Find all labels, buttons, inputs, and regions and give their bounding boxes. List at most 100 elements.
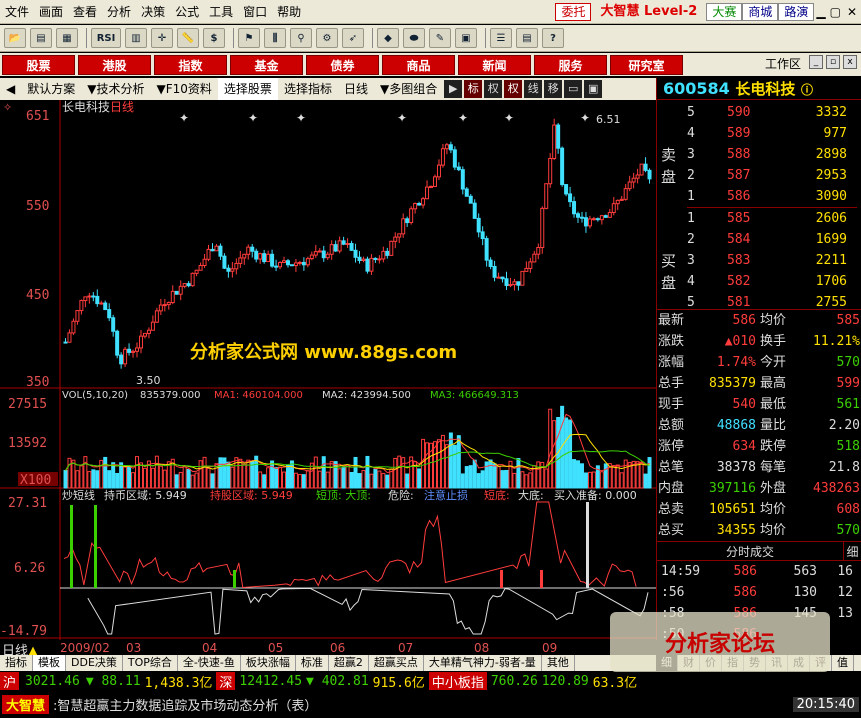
chart-icon[interactable]: ▤: [30, 28, 52, 48]
nav-news[interactable]: 新闻: [458, 54, 531, 75]
open-icon[interactable]: 📂: [4, 28, 26, 48]
period-selector[interactable]: 日线: [338, 78, 374, 100]
entrust-button[interactable]: 委托: [555, 2, 592, 21]
indicator-tab[interactable]: DDE决策: [66, 655, 123, 671]
indicator-tab[interactable]: 超赢买点: [369, 655, 424, 671]
nav-research[interactable]: 研究室: [610, 54, 683, 75]
menu-screen[interactable]: 画面: [34, 0, 68, 24]
panel-restore-icon[interactable]: ▫: [826, 55, 840, 69]
nav-index[interactable]: 指数: [154, 54, 227, 75]
ruler-icon[interactable]: 📏: [177, 28, 199, 48]
settings-icon[interactable]: ✧: [3, 101, 12, 114]
period-indicator[interactable]: 日线▲: [0, 640, 60, 659]
rights2-toggle[interactable]: 权: [504, 80, 523, 98]
scroll-right-icon[interactable]: ▶: [444, 80, 463, 98]
buy-level[interactable]: 2 584 1699: [687, 229, 857, 250]
panel-min-icon[interactable]: _: [809, 55, 823, 69]
restore-icon[interactable]: ▢: [828, 0, 843, 24]
kline-svg[interactable]: ✧ 长电科技 日线 651 550 450 350 ✦ ✦ ✦ ✦ ✦ ✦ ✦ 6.51 3…: [0, 100, 656, 640]
rsi-icon[interactable]: RSI: [91, 28, 121, 48]
sell-level[interactable]: 4 589 977: [687, 123, 857, 144]
pill-icon[interactable]: ⬬: [403, 28, 425, 48]
spreadsheet-icon[interactable]: ▥: [125, 28, 147, 48]
ticks-title[interactable]: 分时成交: [657, 542, 843, 560]
line-toggle[interactable]: 线: [524, 80, 543, 98]
gear-icon[interactable]: ⚙: [316, 28, 338, 48]
menu-window[interactable]: 窗口: [238, 0, 272, 24]
indicator-tab[interactable]: 指标: [0, 655, 33, 671]
panel-close-icon[interactable]: x: [843, 55, 857, 69]
move-toggle[interactable]: 移: [544, 80, 563, 98]
menu-help[interactable]: 帮助: [272, 0, 306, 24]
multi-chart-menu[interactable]: ▼多图组合: [374, 78, 443, 100]
grid-icon[interactable]: ▦: [56, 28, 78, 48]
menu-formula[interactable]: 公式: [170, 0, 204, 24]
nav-commodity[interactable]: 商品: [382, 54, 455, 75]
sell-level[interactable]: 2 587 2953: [687, 165, 857, 186]
rocket-icon[interactable]: ➶: [342, 28, 364, 48]
menu-decision[interactable]: 决策: [136, 0, 170, 24]
mark-toggle[interactable]: 标: [464, 80, 483, 98]
tick-price: 586: [733, 564, 757, 579]
candle-body: [210, 248, 215, 252]
crosshair-icon[interactable]: ✛: [151, 28, 173, 48]
dollar-icon[interactable]: $: [203, 28, 225, 48]
buy-level[interactable]: 1 585 2606: [687, 208, 857, 229]
sell-level[interactable]: 1 586 3090: [687, 186, 857, 207]
minimize-icon[interactable]: ▁: [814, 0, 827, 24]
buy-level[interactable]: 5 581 2755: [687, 292, 857, 313]
contest-button[interactable]: 大赛: [706, 2, 743, 21]
indicator-tab[interactable]: 板块涨幅: [241, 655, 296, 671]
rights-toggle[interactable]: 权: [484, 80, 503, 98]
binoculars-icon[interactable]: ⚲: [290, 28, 312, 48]
buy-level[interactable]: 4 582 1706: [687, 271, 857, 292]
brand-logo[interactable]: 大智慧: [2, 695, 50, 714]
nav-service[interactable]: 服务: [534, 54, 607, 75]
side-tab[interactable]: 值: [832, 655, 854, 671]
flag-icon[interactable]: ⚑: [238, 28, 260, 48]
buy-level[interactable]: 3 583 2211: [687, 250, 857, 271]
info-icon[interactable]: ⓘ: [801, 83, 813, 97]
nav-stocks[interactable]: 股票: [2, 54, 75, 75]
scheme-menu[interactable]: 默认方案: [21, 78, 81, 100]
mall-button[interactable]: 商城: [742, 2, 779, 21]
workzone-label[interactable]: 工作区: [765, 55, 801, 72]
nav-fund[interactable]: 基金: [230, 54, 303, 75]
menu-view[interactable]: 查看: [68, 0, 102, 24]
tech-analysis-menu[interactable]: ▼技术分析: [81, 78, 150, 100]
select-stock-tab[interactable]: 选择股票: [217, 78, 278, 100]
indicator-tab[interactable]: 超赢2: [329, 655, 369, 671]
diamond-icon[interactable]: ◆: [377, 28, 399, 48]
indicator-tab[interactable]: 标准: [296, 655, 329, 671]
nav-hk[interactable]: 港股: [78, 54, 151, 75]
volume-bar: [222, 457, 227, 489]
indicator-tab[interactable]: 其他: [542, 655, 575, 671]
marquee-text[interactable]: :智慧超赢主力数据追踪及市场动态分析（表）: [53, 695, 317, 714]
indicator-tab[interactable]: 大单精气神力-弱者-量: [424, 655, 542, 671]
kline-chart-area[interactable]: ✧ 长电科技 日线 651 550 450 350 ✦ ✦ ✦ ✦ ✦ ✦ ✦ 6.51 3…: [0, 100, 656, 640]
pencil-icon[interactable]: ✎: [429, 28, 451, 48]
close-icon[interactable]: ✕: [843, 0, 861, 24]
stack-icon[interactable]: ▤: [516, 28, 538, 48]
ticks-detail-tab[interactable]: 细: [843, 542, 861, 560]
bars-icon[interactable]: ⫼: [264, 28, 286, 48]
menu-analysis[interactable]: 分析: [102, 0, 136, 24]
notes-icon[interactable]: ☰: [490, 28, 512, 48]
roadshow-button[interactable]: 路演: [778, 2, 815, 21]
book-icon[interactable]: ▣: [455, 28, 477, 48]
select-indicator-tab[interactable]: 选择指标: [278, 78, 338, 100]
sell-level[interactable]: 5 590 3332: [687, 102, 857, 123]
f10-menu[interactable]: ▼F10资料: [151, 78, 218, 100]
window-icon[interactable]: ▭: [564, 80, 583, 98]
help-icon[interactable]: ?: [542, 28, 564, 48]
stat-value: 570: [836, 523, 860, 538]
indicator-tab[interactable]: 模板: [33, 655, 66, 671]
sell-level[interactable]: 3 588 2898: [687, 144, 857, 165]
nav-bond[interactable]: 债券: [306, 54, 379, 75]
menu-file[interactable]: 文件: [0, 0, 34, 24]
indicator-tab[interactable]: 全-快速-鱼: [178, 655, 241, 671]
expand-icon[interactable]: ▣: [584, 80, 603, 98]
indicator-tab[interactable]: TOP综合: [123, 655, 178, 671]
scroll-left-icon[interactable]: ◀: [0, 78, 21, 100]
menu-tools[interactable]: 工具: [204, 0, 238, 24]
